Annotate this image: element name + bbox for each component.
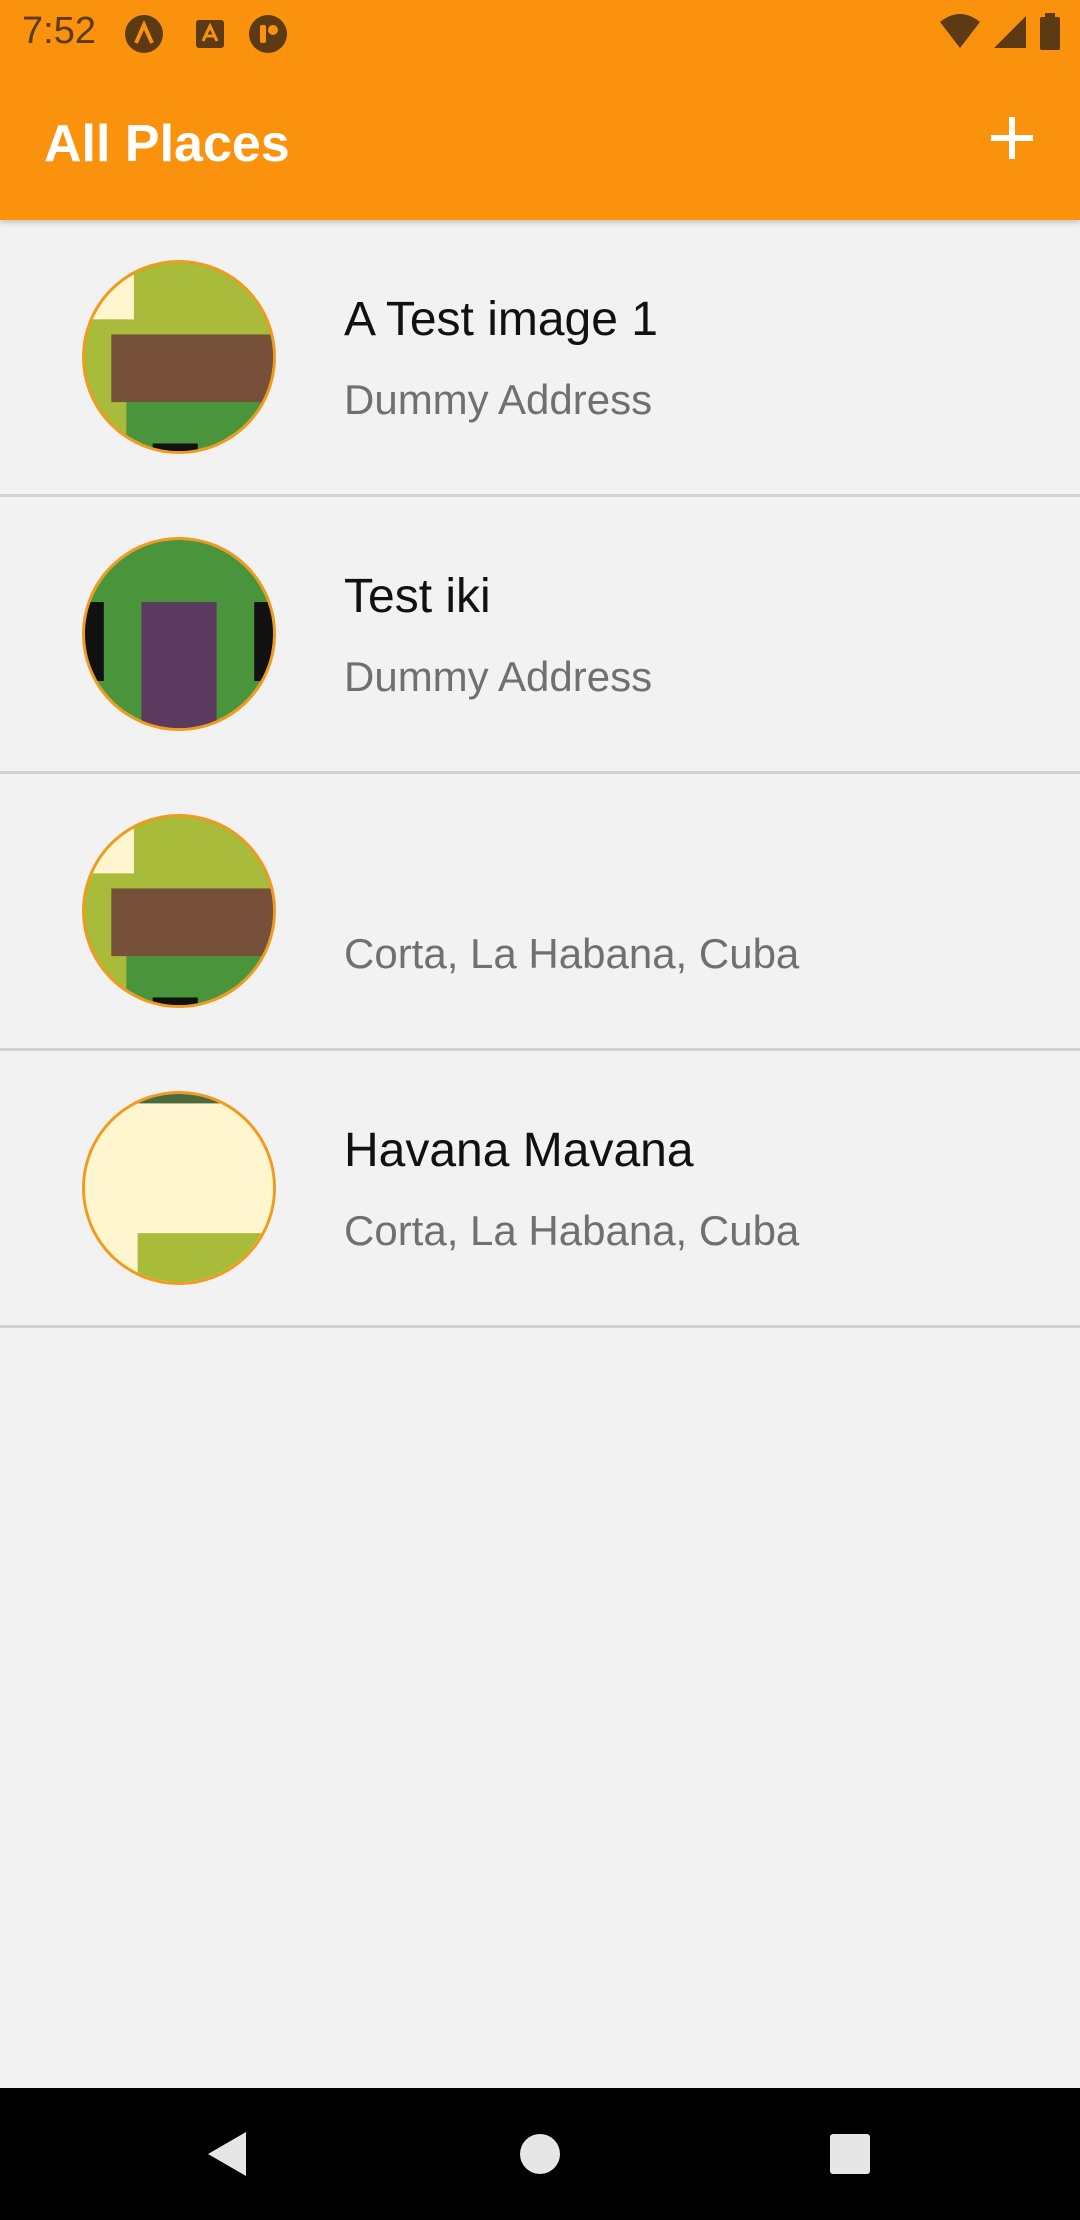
places-list: A Test image 1 Dummy Address Test iki Du… bbox=[0, 220, 1080, 1328]
page-title: All Places bbox=[44, 115, 290, 173]
list-item[interactable]: Corta, La Habana, Cuba bbox=[0, 774, 1080, 1051]
place-address: Dummy Address bbox=[344, 653, 653, 700]
list-item[interactable]: Havana Mavana Corta, La Habana, Cuba bbox=[0, 1051, 1080, 1328]
place-address: Dummy Address bbox=[344, 376, 653, 423]
battery-icon bbox=[1038, 12, 1062, 57]
list-item[interactable]: Test iki Dummy Address bbox=[0, 497, 1080, 774]
place-title: Havana Mavana bbox=[344, 1124, 694, 1177]
place-image bbox=[82, 814, 276, 1008]
app-notification-icon-a bbox=[124, 14, 164, 54]
navigation-bar bbox=[0, 2088, 1080, 2220]
recents-icon bbox=[830, 2134, 870, 2174]
place-image bbox=[82, 1091, 276, 1285]
app-bar: All Places bbox=[0, 64, 1080, 220]
screen: 7:52 All Places A Test image 1 Dummy Add… bbox=[0, 0, 1080, 2220]
back-button[interactable] bbox=[198, 2124, 258, 2184]
status-icons bbox=[938, 12, 1062, 57]
place-image bbox=[82, 260, 276, 454]
signal-icon bbox=[992, 12, 1028, 57]
recents-button[interactable] bbox=[820, 2124, 880, 2184]
place-title: Test iki bbox=[344, 570, 491, 623]
add-place-button[interactable] bbox=[972, 98, 1052, 178]
back-icon bbox=[208, 2132, 246, 2176]
list-item[interactable]: A Test image 1 Dummy Address bbox=[0, 220, 1080, 497]
home-icon bbox=[520, 2134, 560, 2174]
place-title: A Test image 1 bbox=[344, 293, 658, 346]
place-address: Corta, La Habana, Cuba bbox=[344, 930, 800, 977]
home-button[interactable] bbox=[510, 2124, 570, 2184]
place-image bbox=[82, 537, 276, 731]
wifi-icon bbox=[938, 12, 982, 57]
app-notification-icon-c bbox=[248, 14, 288, 54]
place-address: Corta, La Habana, Cuba bbox=[344, 1207, 800, 1254]
status-time: 7:52 bbox=[22, 10, 96, 52]
plus-icon bbox=[991, 117, 1033, 159]
status-bar: 7:52 bbox=[0, 0, 1080, 64]
app-notification-icon-b bbox=[190, 14, 230, 54]
